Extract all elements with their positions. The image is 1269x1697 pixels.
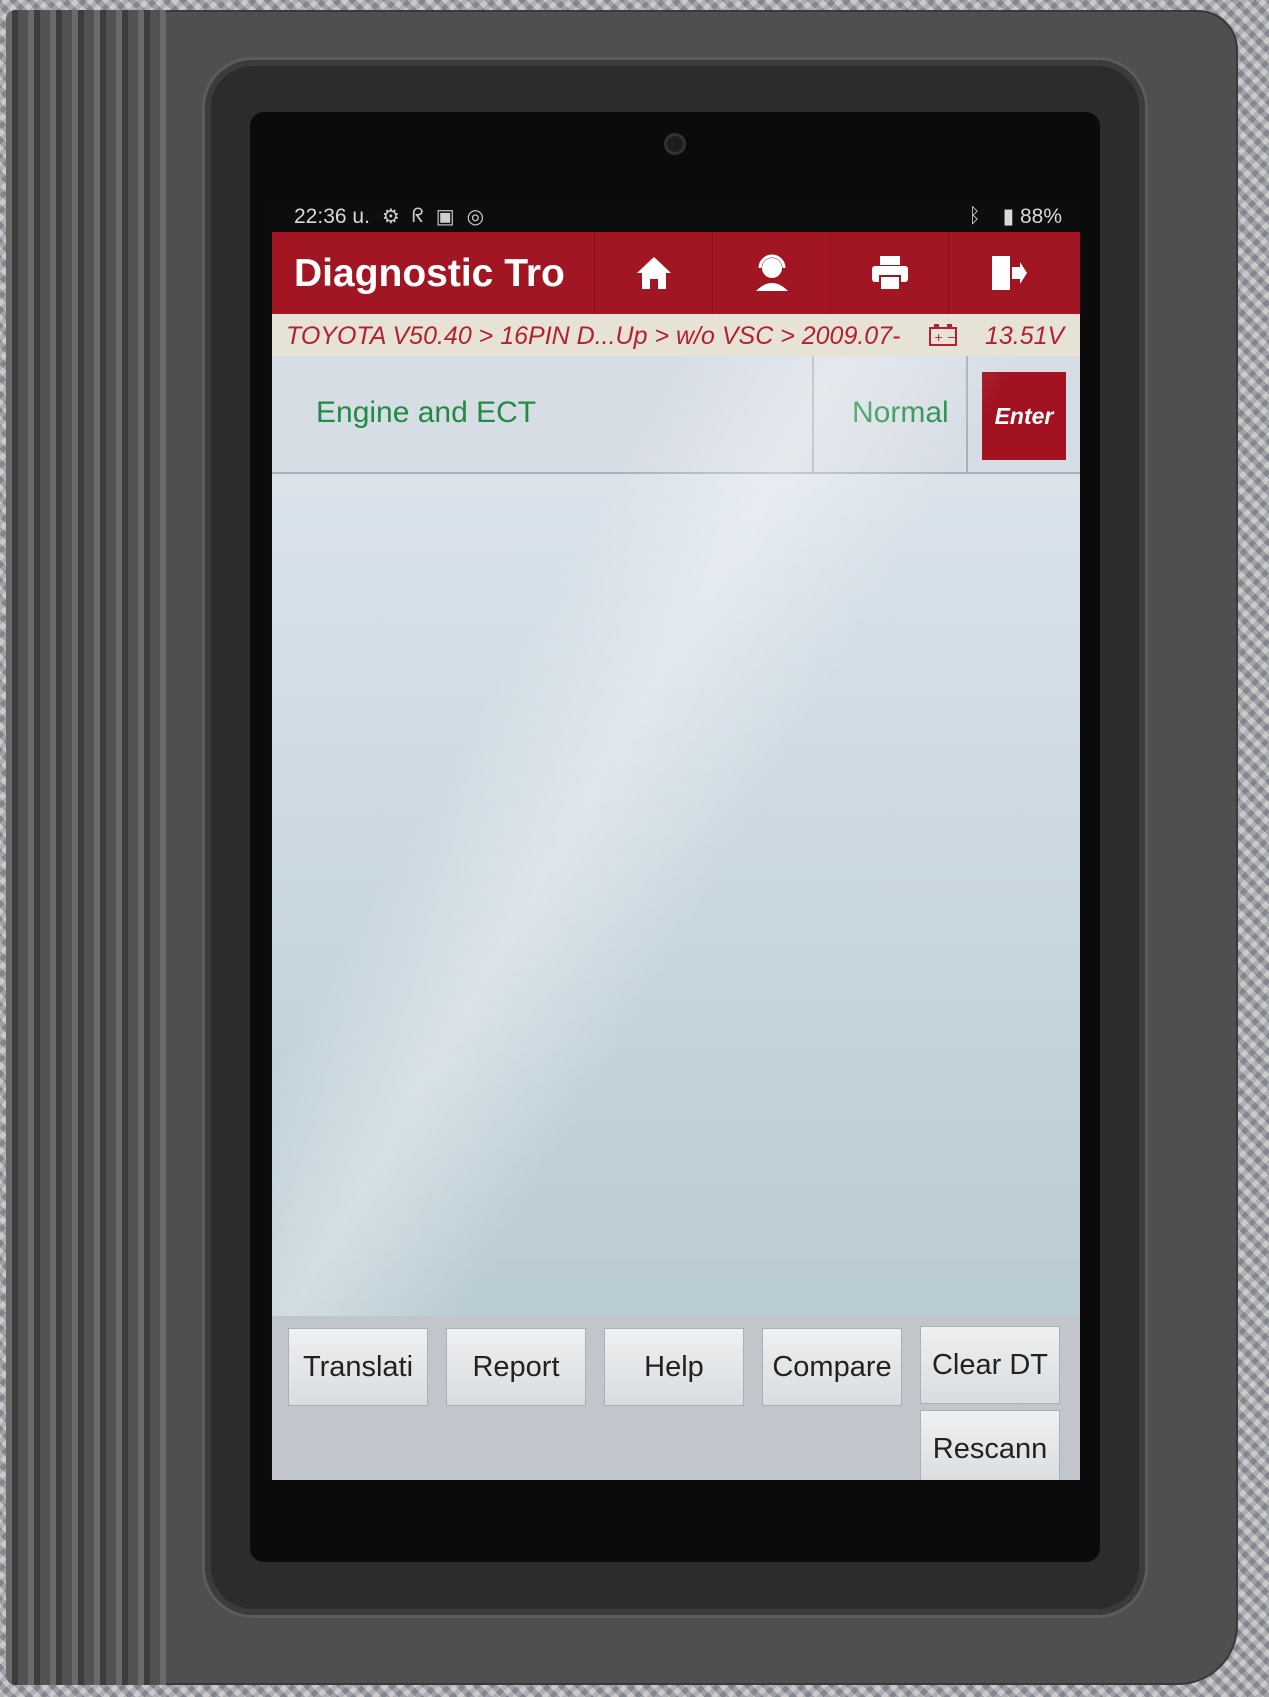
- function-toolbar: Translati Report Help Compare Clear DT R…: [272, 1316, 1080, 1480]
- help-button[interactable]: Help: [604, 1328, 744, 1406]
- support-agent-icon: [756, 254, 788, 291]
- battery-percent: 88%: [1019, 205, 1062, 228]
- breadcrumb: TOYOTA V50.40 > 16PIN D...Up > w/o VSC >…: [286, 322, 901, 350]
- clock: 22:36 u.: [294, 204, 370, 228]
- status-bar: 22:36 u. ⚙ ᖇ ▣ ◎ ᛒ ▮ 88%: [270, 200, 1080, 232]
- list-item: Engine and ECT Normal Enter: [272, 356, 1080, 474]
- car-battery-icon: + −: [929, 324, 957, 346]
- rescan-button[interactable]: Rescann: [920, 1410, 1060, 1480]
- column-divider: [966, 356, 968, 472]
- battery-voltage: 13.51V: [985, 322, 1065, 350]
- print-icon: [872, 256, 908, 291]
- clear-dtc-button[interactable]: Clear DT: [920, 1326, 1060, 1404]
- app-header: Diagnostic Tro: [272, 232, 1080, 314]
- battery-icon: ▮: [1002, 205, 1015, 228]
- enter-button[interactable]: Enter: [982, 372, 1066, 460]
- report-button[interactable]: Report: [446, 1328, 586, 1406]
- system-list: Engine and ECT Normal Enter: [272, 356, 1080, 1316]
- image-icon: ▣: [435, 206, 455, 228]
- system-name: Engine and ECT: [316, 396, 537, 429]
- front-camera: [667, 136, 683, 152]
- exit-button[interactable]: [948, 232, 1067, 314]
- translation-button[interactable]: Translati: [288, 1328, 428, 1406]
- stethoscope-icon: ᖇ: [411, 205, 424, 227]
- battery-status: ▮ 88%: [1003, 204, 1062, 229]
- sync-icon: ◎: [466, 206, 485, 228]
- screen-glare: [272, 356, 1080, 1316]
- svg-text:+ −: + −: [934, 331, 956, 344]
- tablet-screen: 22:36 u. ⚙ ᖇ ▣ ◎ ᛒ ▮ 88% Diagnostic Tro: [270, 200, 1080, 1480]
- bluetooth-icon: ᛒ: [968, 205, 981, 227]
- print-button[interactable]: [830, 232, 949, 314]
- column-divider: [812, 356, 814, 472]
- home-icon: [637, 257, 671, 289]
- case-grip-ridges: [6, 10, 166, 1685]
- status-badge: Normal: [852, 396, 949, 429]
- compare-button[interactable]: Compare: [762, 1328, 902, 1406]
- page-title: Diagnostic Tro: [294, 252, 565, 295]
- breadcrumb-bar: TOYOTA V50.40 > 16PIN D...Up > w/o VSC >…: [272, 314, 1080, 356]
- support-button[interactable]: [712, 232, 831, 314]
- home-button[interactable]: [594, 232, 713, 314]
- gear-icon: ⚙: [381, 206, 400, 228]
- exit-icon: [992, 256, 1027, 290]
